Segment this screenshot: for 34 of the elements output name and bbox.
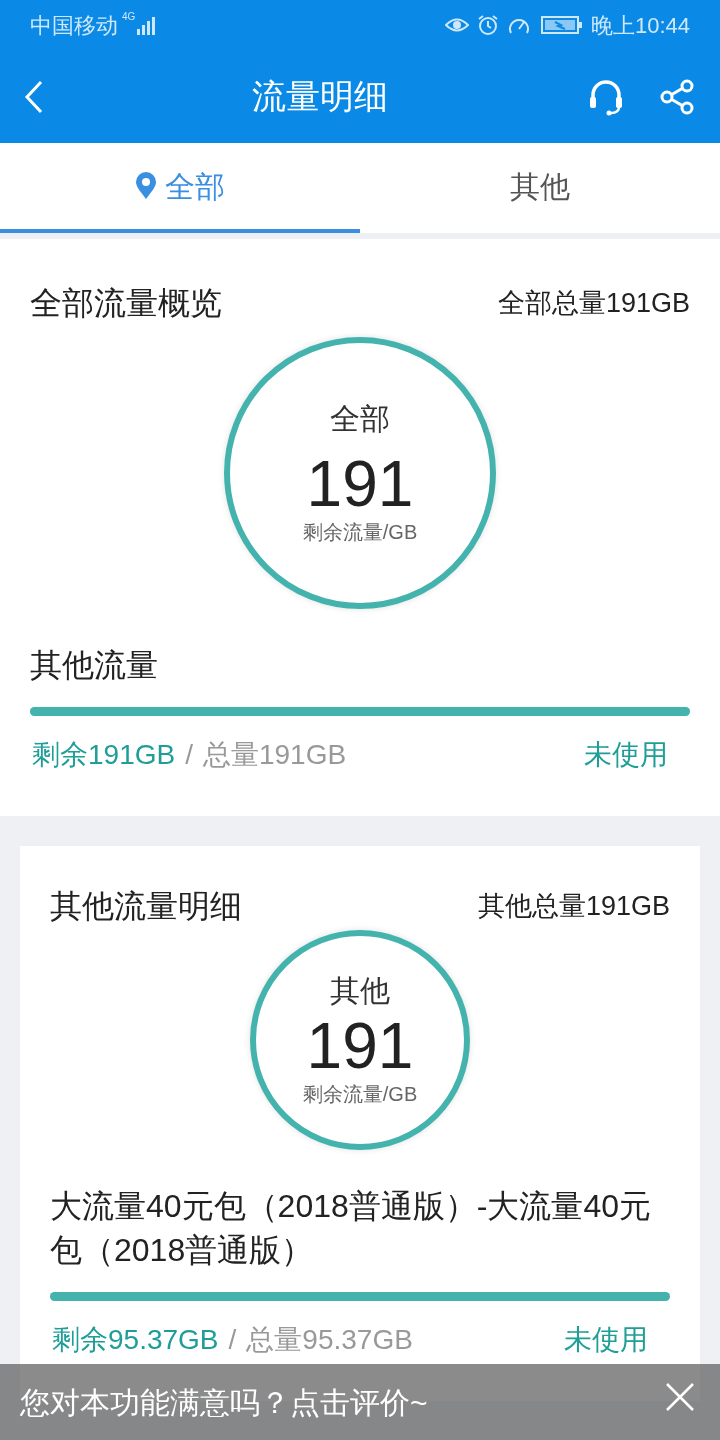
remaining-value: 191	[306, 1014, 414, 1078]
carrier-name: 中国移动	[30, 11, 118, 40]
ring-unit: 剩余流量/GB	[302, 522, 418, 542]
remaining-value: 191	[306, 452, 414, 516]
total-amount: 总量95.37GB	[246, 1323, 413, 1357]
package-name: 大流量40元包（2018普通版）-大流量40元包（2018普通版）	[50, 1187, 653, 1270]
feedback-prompt: 您对本功能满意吗？点击评价~	[20, 1384, 428, 1421]
usage-status: 未使用	[584, 738, 668, 772]
share-icon[interactable]	[658, 77, 696, 116]
usage-status: 未使用	[564, 1323, 648, 1357]
close-icon[interactable]	[664, 1381, 696, 1413]
battery-icon	[540, 15, 583, 35]
tab[interactable]: 全部	[0, 143, 360, 233]
ring-label: 全部	[330, 404, 390, 434]
location-pin-icon	[135, 172, 157, 200]
separator-slash: /	[228, 1323, 237, 1357]
page-title: 流量明细	[252, 76, 388, 117]
separator-slash: /	[185, 738, 193, 772]
network-type: 4G	[122, 12, 136, 22]
package-name: 其他流量	[30, 646, 159, 685]
alarm-icon	[476, 14, 499, 36]
section-total: 其他总量191GB	[477, 889, 670, 923]
eye-icon	[444, 16, 469, 34]
total-amount: 总量191GB	[202, 738, 347, 772]
remaining-amount: 剩余191GB	[32, 738, 176, 772]
ring-label: 其他	[330, 976, 390, 1006]
tab[interactable]: 其他	[360, 143, 720, 233]
remaining-amount: 剩余95.37GB	[52, 1323, 219, 1357]
clock-time: 晚上10:44	[590, 11, 690, 40]
section-total: 全部总量191GB	[497, 286, 690, 320]
section-title: 全部流量概览	[30, 284, 222, 323]
ring-unit: 剩余流量/GB	[302, 1084, 418, 1104]
section-title: 其他流量明细	[50, 887, 242, 926]
feedback-banner[interactable]: 您对本功能满意吗？点击评价~	[0, 1364, 720, 1440]
